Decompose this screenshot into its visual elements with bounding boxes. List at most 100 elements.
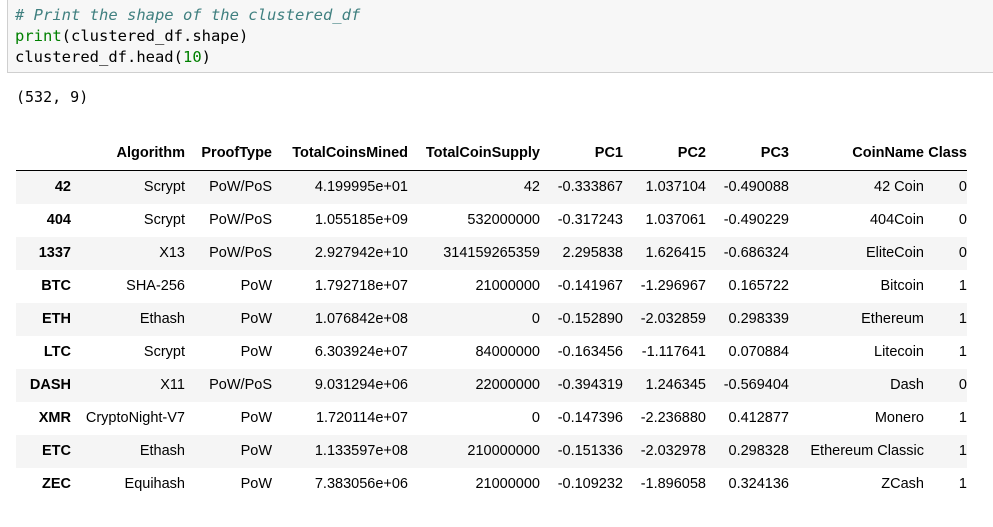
- row-index: 42: [54, 179, 71, 196]
- table-cell: 1: [958, 344, 967, 360]
- table-cell: -0.147396: [557, 410, 623, 426]
- table-cell: -0.109232: [557, 476, 623, 492]
- table-cell: 2.927942e+10: [314, 245, 408, 261]
- table-cell: 6.303924e+07: [314, 344, 408, 360]
- table-cell: 1: [958, 476, 967, 492]
- row-index: BTC: [41, 278, 71, 294]
- table-cell: 84000000: [475, 344, 540, 360]
- row-index: LTC: [43, 344, 71, 360]
- table-cell: 0.298339: [728, 311, 789, 327]
- code-line-head: clustered_df.head(10): [15, 47, 211, 67]
- table-cell: Scrypt: [143, 212, 185, 228]
- table-cell: Dash: [890, 377, 924, 393]
- table-cell: 42 Coin: [874, 179, 924, 196]
- table-cell: -0.151336: [557, 443, 623, 459]
- table-cell: 9.031294e+06: [314, 377, 408, 393]
- column-header: CoinName: [789, 136, 924, 171]
- column-header: PC2: [623, 136, 706, 171]
- table-header-row: Algorithm ProofType TotalCoinsMined Tota…: [16, 136, 967, 171]
- column-header: TotalCoinSupply: [408, 136, 540, 171]
- table-cell: 1.720114e+07: [315, 410, 408, 426]
- table-cell: 1: [958, 443, 967, 459]
- index-header: [16, 136, 71, 171]
- table-cell: 21000000: [475, 476, 540, 492]
- table-cell: -0.152890: [557, 311, 623, 327]
- table-cell: Ethash: [139, 443, 185, 459]
- column-header: PC1: [540, 136, 623, 171]
- table-cell: 1.792718e+07: [314, 278, 408, 294]
- row-index: 1337: [38, 245, 71, 261]
- table-cell: -0.394319: [557, 377, 623, 393]
- table-cell: 0.298328: [728, 443, 789, 459]
- table-cell: Scrypt: [143, 344, 185, 360]
- code-head-close: ): [201, 48, 211, 66]
- table-cell: PoW: [240, 311, 272, 327]
- code-head-number: 10: [182, 48, 202, 66]
- table-cell: Ethereum: [861, 311, 924, 327]
- table-cell: -1.296967: [640, 278, 706, 294]
- table-cell: -0.317243: [557, 212, 623, 228]
- table-cell: ZCash: [881, 476, 924, 492]
- table-cell: CryptoNight-V7: [85, 410, 185, 426]
- table-cell: 4.199995e+01: [314, 179, 408, 196]
- table-row: 1337 X13 PoW/PoS 2.927942e+10 314159265359 2.…: [16, 236, 967, 270]
- row-index: ETC: [42, 443, 71, 459]
- table-cell: PoW/PoS: [209, 245, 272, 261]
- table-cell: -0.490229: [723, 212, 789, 228]
- table-cell: Ethereum Classic: [810, 443, 924, 459]
- table-cell: 2.295838: [562, 245, 623, 261]
- table-cell: 0.412877: [728, 410, 789, 426]
- code-line-print: print(clustered_df.shape): [15, 26, 248, 46]
- row-index: 404: [46, 212, 71, 228]
- table-cell: Ethash: [139, 311, 185, 327]
- table-cell: 0: [958, 179, 967, 196]
- table-cell: 532000000: [467, 212, 540, 228]
- table-row: ETH Ethash PoW 1.076842e+08 0 -0.152890 -2.032…: [16, 302, 967, 336]
- table-cell: -0.686324: [723, 245, 789, 261]
- row-index: ETH: [42, 311, 71, 327]
- column-header: Class: [924, 136, 967, 171]
- table-row: BTC SHA-256 PoW 1.792718e+07 21000000 -0.1419…: [16, 269, 967, 303]
- table-cell: 1: [958, 410, 967, 426]
- table-cell: PoW: [240, 476, 272, 492]
- dataframe-table: Algorithm ProofType TotalCoinsMined Tota…: [16, 136, 967, 501]
- table-cell: PoW: [240, 344, 272, 360]
- table-cell: 7.383056e+06: [314, 476, 408, 492]
- table-cell: PoW/PoS: [209, 212, 272, 228]
- table-cell: -0.490088: [723, 179, 789, 196]
- table-cell: 1.133597e+08: [314, 443, 408, 459]
- column-header: PC3: [706, 136, 789, 171]
- table-cell: -0.569404: [723, 377, 789, 393]
- table-cell: -0.163456: [557, 344, 623, 360]
- table-cell: Monero: [874, 410, 924, 426]
- table-cell: X11: [160, 377, 185, 393]
- table-cell: PoW: [240, 278, 272, 294]
- row-index: ZEC: [42, 476, 71, 492]
- code-cell[interactable]: # Print the shape of the clustered_df pr…: [7, 0, 993, 73]
- table-cell: -1.896058: [640, 476, 706, 492]
- code-comment: # Print the shape of the clustered_df: [15, 6, 361, 24]
- table-cell: X13: [159, 245, 185, 261]
- table-cell: Equihash: [124, 476, 185, 492]
- table-cell: SHA-256: [126, 278, 185, 294]
- table-cell: Litecoin: [874, 344, 924, 360]
- code-print-args: (clustered_df.shape): [61, 27, 249, 45]
- table-cell: 0: [958, 377, 967, 393]
- table-cell: 1.037104: [645, 179, 706, 196]
- table-cell: -2.032978: [640, 443, 706, 459]
- table-cell: PoW: [240, 410, 272, 426]
- table-cell: 1.246345: [645, 377, 706, 393]
- table-cell: Scrypt: [143, 179, 185, 196]
- code-line-comment: # Print the shape of the clustered_df: [15, 5, 360, 25]
- table-row: ETC Ethash PoW 1.133597e+08 210000000 -0.1513…: [16, 434, 967, 468]
- table-cell: -1.117641: [641, 344, 706, 360]
- column-header: ProofType: [185, 136, 272, 171]
- table-cell: 1.626415: [645, 245, 706, 261]
- table-cell: 404Coin: [869, 212, 924, 228]
- table-cell: 314159265359: [443, 245, 540, 261]
- table-cell: 22000000: [475, 377, 540, 393]
- table-cell: PoW/PoS: [209, 377, 272, 393]
- table-cell: -0.141967: [557, 278, 623, 294]
- table-cell: -2.032859: [640, 311, 706, 327]
- table-row: ZEC Equihash PoW 7.383056e+06 21000000 -0.109…: [16, 467, 967, 501]
